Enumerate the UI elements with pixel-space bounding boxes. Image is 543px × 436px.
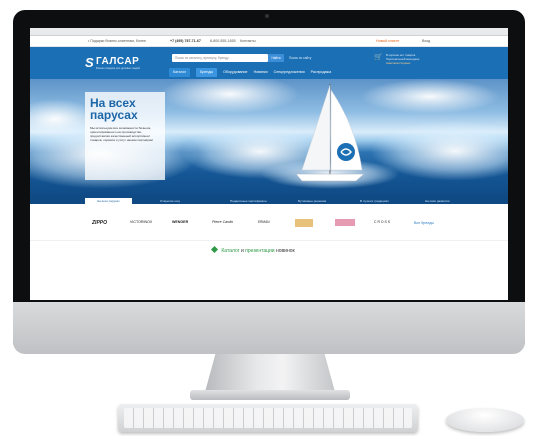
brand-wenger[interactable]: WENGER [172, 220, 188, 224]
search-input[interactable]: Поиск по каталогу, артикулу, бренду... [172, 54, 268, 62]
brand-victorinox[interactable]: VICTORINOX [130, 220, 152, 224]
site-header: S ГАЛСАР Бизнес-подарки для деловых люде… [30, 47, 508, 80]
hero-tab-6[interactable]: На пике развития [425, 198, 449, 204]
hero-subtitle: Мы используем все возможности бизнеса, о… [90, 126, 153, 142]
logo-mark: S [85, 55, 94, 70]
topbar-contacts-link[interactable]: Контакты [240, 39, 256, 43]
catalog-new: новинок [275, 248, 295, 254]
camera-icon [265, 14, 269, 18]
logo-text: ГАЛСАР [96, 56, 140, 67]
all-brands-link[interactable]: Все бренды [414, 221, 434, 225]
hero-tab-4[interactable]: Бутиковые решения [298, 198, 326, 204]
sailboat-image [295, 84, 365, 182]
brand-cross[interactable]: CROSS [374, 220, 391, 224]
mouse [446, 408, 524, 432]
topbar-new-client-link[interactable]: Новый клиент [376, 39, 399, 43]
catalog-bar: Каталог и презентации новинок [30, 240, 508, 261]
topbar-phone[interactable]: +7 (495) 787-71-67 [170, 39, 201, 43]
nav-brands[interactable]: Бренды [196, 68, 218, 77]
brand-erman[interactable]: ERMAN [258, 220, 270, 224]
browser-screen: • Подарки бизнес-клиентам, более +7 (495… [30, 28, 508, 300]
nav-sale[interactable]: Распродажа [311, 68, 331, 77]
topbar-phone2[interactable]: 8-800-555-1655 [210, 39, 236, 43]
nav-catalog[interactable]: Каталог [169, 68, 191, 77]
brand-pierre-cardin[interactable]: Pierre Cardin [212, 220, 233, 224]
topbar-tagline[interactable]: • Подарки бизнес-клиентам, более [88, 39, 146, 43]
nav-special[interactable]: Спецпредложения [274, 68, 305, 77]
galsar-logo[interactable]: S ГАЛСАР Бизнес-подарки для деловых люде… [85, 53, 140, 73]
logo-subtitle: Бизнес-подарки для деловых людей [96, 67, 140, 70]
imac-scene: • Подарки бизнес-клиентам, более +7 (495… [0, 0, 543, 436]
nav-equipment[interactable]: Оборудование [223, 68, 247, 77]
system-menubar [30, 28, 508, 36]
hero-tab-1[interactable]: На всех парусах [85, 198, 132, 204]
hero-tab-2[interactable]: Открытие шоу [160, 198, 180, 204]
catalog-icon [210, 245, 219, 254]
topbar-login-link[interactable]: Вход [422, 39, 430, 43]
monitor-chin [13, 302, 525, 354]
brand-zippo[interactable]: ZIPPO [92, 220, 107, 226]
search-button[interactable]: Найти [268, 54, 284, 62]
keyboard [118, 404, 418, 432]
brands-strip: ZIPPO VICTORINOX WENGER Pierre Cardin ER… [30, 205, 508, 240]
brand-logo-gold[interactable] [295, 219, 313, 227]
hero-textbox: На всех парусах Мы используем все возмож… [85, 92, 165, 180]
hero-title: На всех парусах [90, 96, 138, 122]
hero-tab-3[interactable]: Подарочные сертификаты [230, 198, 267, 204]
site-topbar: • Подарки бизнес-клиентам, более +7 (495… [30, 36, 508, 47]
catalog-word: Каталог [221, 248, 240, 254]
nav-new[interactable]: Новинки [254, 68, 268, 77]
catalog-presentations: презентации [245, 248, 275, 254]
brand-logo-pink[interactable] [335, 219, 355, 226]
hero-tab-5[interactable]: В лучших традициях [360, 198, 389, 204]
monitor-stand-base [190, 390, 350, 400]
catalog-and: и [240, 248, 244, 254]
cart-icon[interactable]: 🛒 [374, 53, 383, 61]
catalog-presentations-link[interactable]: Каталог и презентации новинок [210, 245, 295, 254]
manager-name[interactable]: Анастасия Черных [386, 61, 419, 65]
screen-bottom [30, 260, 508, 300]
hero-banner[interactable]: На всех парусах Мы используем все возмож… [30, 79, 508, 197]
monitor-stand [205, 354, 335, 392]
site-search-link[interactable]: Поиск по сайту [289, 56, 311, 60]
main-nav: Каталог Бренды Оборудование Новинки Спец… [169, 68, 331, 77]
cart-info: В корзине нет товаров Персональный менед… [386, 53, 419, 65]
